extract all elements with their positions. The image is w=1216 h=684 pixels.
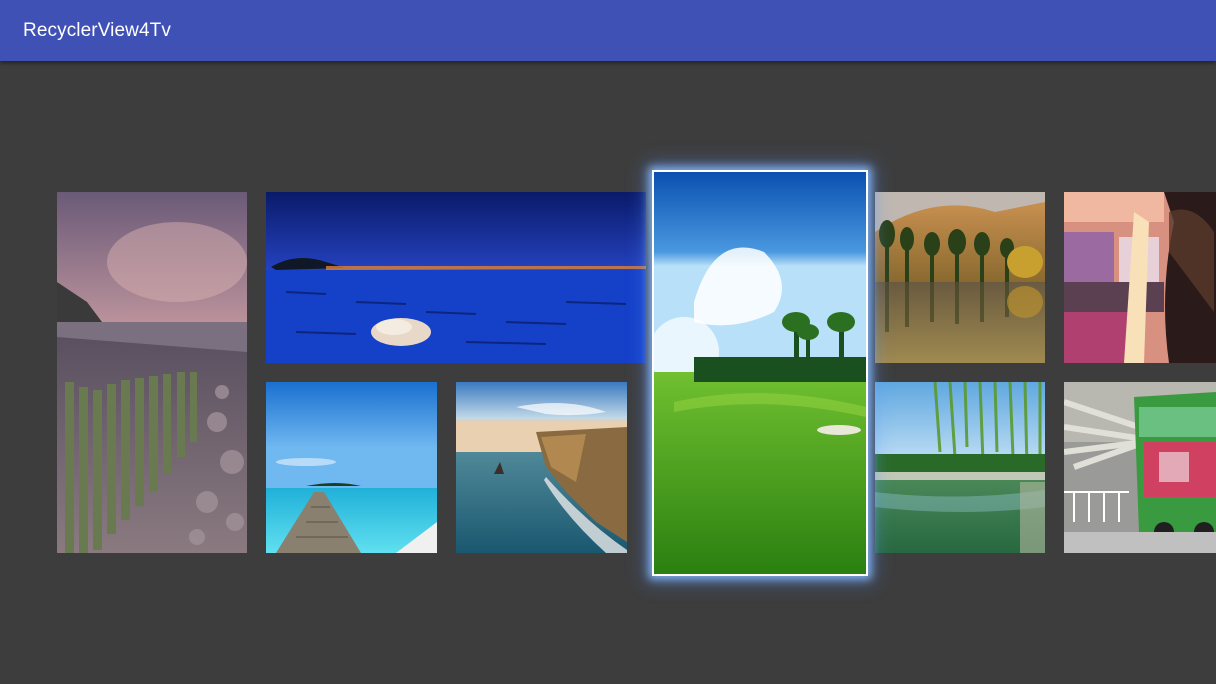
- photo-tile-tropical-pier[interactable]: [266, 382, 437, 553]
- photo-grid: [0, 61, 1216, 684]
- photo-tile-stone-beach[interactable]: [57, 192, 247, 553]
- app-bar: RecyclerView4Tv: [0, 0, 1216, 61]
- photo-tile-golf-course-focused[interactable]: [652, 170, 868, 576]
- photo-tile-willow-pond[interactable]: [875, 382, 1045, 553]
- photo-tile-sea-cliff[interactable]: [456, 382, 627, 553]
- app-title: RecyclerView4Tv: [23, 20, 171, 41]
- photo-tile-green-bus[interactable]: [1064, 382, 1216, 553]
- photo-tile-autumn-lake[interactable]: [875, 192, 1045, 363]
- photo-tile-pink-interior[interactable]: [1064, 192, 1216, 363]
- photo-tile-blue-sea[interactable]: [266, 192, 646, 363]
